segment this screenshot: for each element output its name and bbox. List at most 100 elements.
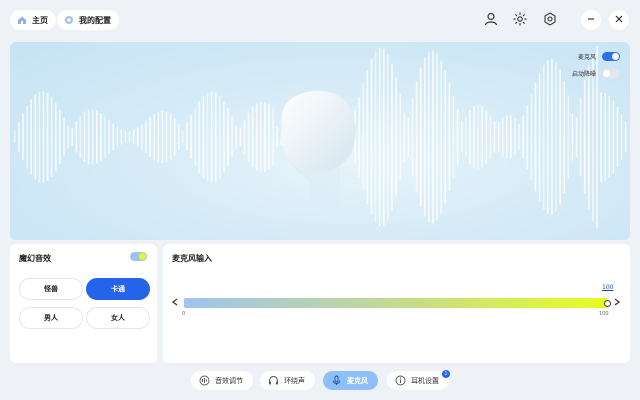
wave-bar	[91, 109, 94, 165]
wave-bar	[128, 130, 131, 144]
wave-bar	[452, 96, 455, 178]
wave-bar	[448, 83, 451, 191]
wave-bar	[362, 83, 365, 191]
tab-surround[interactable]: 环绕声	[260, 371, 315, 390]
wave-bar	[518, 123, 520, 151]
wave-bar	[87, 109, 90, 165]
mic-level-thumb[interactable]	[604, 299, 611, 307]
home-icon	[16, 14, 28, 26]
wave-bar	[559, 69, 561, 205]
wave-bar	[190, 115, 192, 159]
wave-bar	[124, 130, 127, 144]
wave-bar	[112, 123, 114, 151]
voice-option-cartoon[interactable]: 卡通	[86, 278, 150, 300]
wave-bar	[75, 121, 78, 153]
wave-bar	[165, 111, 168, 163]
wave-bar	[161, 111, 164, 163]
wave-bar	[173, 118, 176, 156]
tab-microphone[interactable]: 麦克风	[323, 371, 378, 390]
wave-bar	[79, 116, 82, 158]
brightness-button[interactable]	[510, 10, 530, 30]
wave-bar	[149, 117, 151, 157]
wave-bar	[59, 109, 61, 165]
wave-bar	[501, 117, 504, 157]
chevron-left-icon	[172, 298, 178, 308]
tab-headset-settings[interactable]: 耳机设置	[387, 371, 449, 390]
gear-icon	[543, 12, 557, 28]
wave-bar	[141, 124, 143, 150]
wave-bar	[231, 116, 233, 158]
wave-bar	[436, 53, 438, 221]
wave-bar	[387, 54, 389, 220]
hero-banner: 麦克风 启动降噪	[10, 42, 630, 240]
nav-home-button[interactable]: 主页	[10, 10, 56, 30]
wave-bar	[132, 129, 135, 145]
wave-bar	[219, 96, 221, 178]
tab-headset-settings-label: 耳机设置	[411, 376, 439, 385]
wave-bar	[55, 102, 57, 172]
tab-sound-adjust-label: 音效调节	[215, 376, 243, 385]
mic-level-increase-button[interactable]	[612, 298, 622, 308]
wave-bar	[145, 120, 147, 154]
minimize-button[interactable]	[581, 10, 601, 30]
user-button[interactable]	[481, 10, 501, 30]
wave-bar	[223, 101, 225, 173]
wave-bar	[497, 121, 500, 153]
wave-bar	[510, 115, 512, 159]
voice-option-man[interactable]: 男人	[19, 307, 83, 329]
wave-bar	[214, 92, 217, 182]
wave-bar	[235, 125, 237, 149]
wave-bar	[71, 128, 73, 146]
wave-bar	[374, 51, 377, 223]
wave-bar	[178, 124, 180, 150]
voice-option-monster[interactable]: 怪兽	[19, 278, 83, 300]
nav-config-button[interactable]: 我的配置	[57, 10, 119, 30]
noise-toggle-switch[interactable]	[602, 69, 620, 78]
wave-bar	[46, 93, 49, 181]
wave-bar	[612, 100, 615, 174]
wave-bar	[383, 48, 385, 226]
wave-bar	[264, 102, 266, 172]
mic-level-decrease-button[interactable]	[170, 298, 180, 308]
minimize-icon	[586, 14, 596, 26]
mic-level-max-label: 100	[599, 311, 609, 317]
wave-bar	[38, 91, 41, 183]
wave-bar	[63, 117, 65, 157]
wave-bar	[391, 63, 393, 211]
noise-toggle-knob	[603, 70, 610, 77]
wave-bar	[403, 112, 406, 162]
wave-bar	[194, 107, 196, 167]
wave-bar	[67, 125, 69, 149]
wave-bar	[104, 116, 106, 158]
wave-bar	[588, 65, 590, 209]
wave-bar	[108, 120, 110, 154]
wave-bar	[272, 107, 274, 167]
headphones-icon	[268, 375, 279, 386]
mic-level-slider[interactable]	[184, 298, 608, 308]
mic-toggle-row: 麦克风	[578, 52, 620, 61]
wave-bar	[506, 115, 508, 159]
settings-button[interactable]	[540, 10, 560, 30]
wave-bar	[186, 123, 188, 151]
wave-bar	[268, 104, 270, 170]
voice-effect-switch[interactable]	[130, 252, 147, 261]
wave-bar	[378, 47, 381, 227]
mic-toggle-switch[interactable]	[602, 52, 620, 61]
close-button[interactable]	[609, 10, 629, 30]
wave-bar	[407, 117, 410, 158]
wave-bar	[120, 129, 123, 145]
wave-bar	[608, 95, 611, 178]
wave-bar	[440, 60, 442, 214]
voice-option-woman[interactable]: 女人	[86, 307, 150, 329]
wave-bar	[547, 60, 549, 214]
tab-sound-adjust[interactable]: 音效调节	[191, 371, 253, 390]
wave-bar	[542, 64, 545, 210]
brightness-icon	[513, 12, 527, 28]
wave-bar	[575, 116, 578, 158]
wave-bar	[415, 81, 418, 193]
wave-bar	[526, 105, 529, 169]
wave-bar	[522, 115, 524, 159]
wave-bar	[30, 99, 32, 175]
wave-bar	[620, 114, 623, 160]
wave-bar	[255, 103, 258, 171]
